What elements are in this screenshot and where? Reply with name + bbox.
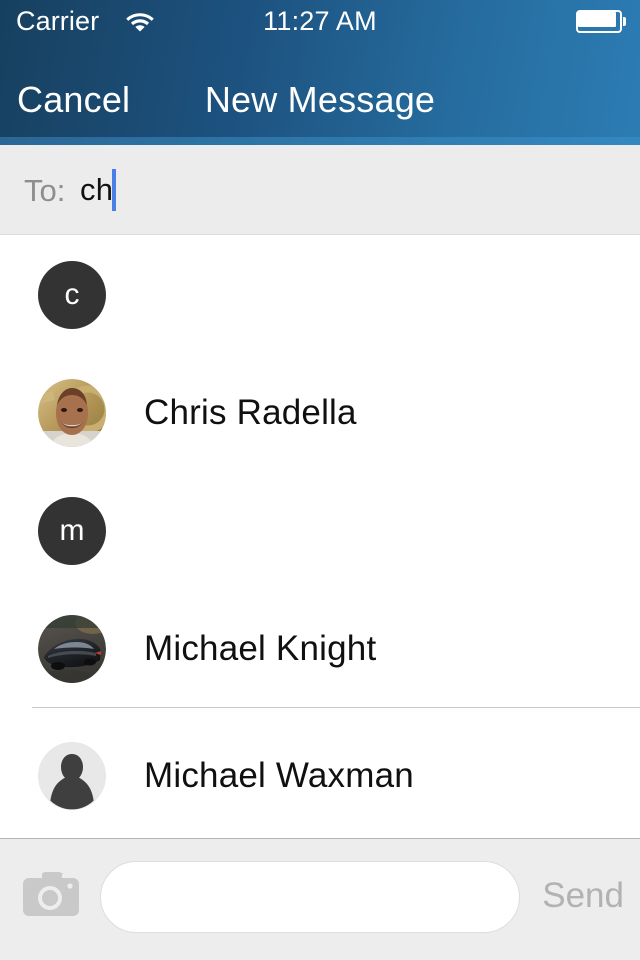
contact-suggestions-list[interactable]: c Chris Radella m Michael Knight Michael…	[0, 236, 640, 838]
recipient-input-value[interactable]: ch	[80, 171, 113, 209]
avatar	[38, 742, 106, 810]
contact-name: Chris Radella	[144, 393, 357, 432]
list-item[interactable]: c	[0, 236, 640, 354]
avatar	[38, 615, 106, 683]
list-item[interactable]: m	[0, 472, 640, 590]
to-label: To:	[24, 173, 66, 208]
avatar: m	[38, 497, 106, 565]
header-bottom-sheen	[0, 137, 640, 145]
avatar-initial-label: c	[64, 278, 80, 311]
list-item[interactable]: Chris Radella	[0, 354, 640, 472]
battery-cap	[623, 17, 626, 26]
navigation-header: Carrier 11:27 AM Cancel New Message	[0, 0, 640, 145]
nav-bar: Cancel New Message	[0, 42, 640, 137]
list-item[interactable]: Michael Knight	[0, 590, 640, 708]
contact-name: Michael Knight	[144, 629, 377, 668]
message-input[interactable]	[100, 861, 520, 933]
new-message-screen: Carrier 11:27 AM Cancel New Message To: …	[0, 0, 640, 960]
status-bar: Carrier 11:27 AM	[0, 0, 640, 42]
text-caret	[112, 169, 116, 211]
avatar: c	[38, 261, 106, 329]
contact-name: Michael Waxman	[144, 756, 414, 795]
recipient-field[interactable]: To: ch	[0, 145, 640, 235]
avatar-initial-label: m	[59, 514, 85, 547]
send-button[interactable]: Send	[542, 873, 624, 919]
avatar	[38, 379, 106, 447]
battery-icon	[576, 10, 626, 33]
list-item[interactable]: Michael Waxman	[0, 708, 640, 838]
message-compose-toolbar: Send	[0, 838, 640, 960]
status-time: 11:27 AM	[263, 6, 377, 36]
camera-icon[interactable]	[21, 869, 81, 919]
page-title: New Message	[204, 79, 436, 120]
battery-fill	[578, 12, 616, 27]
